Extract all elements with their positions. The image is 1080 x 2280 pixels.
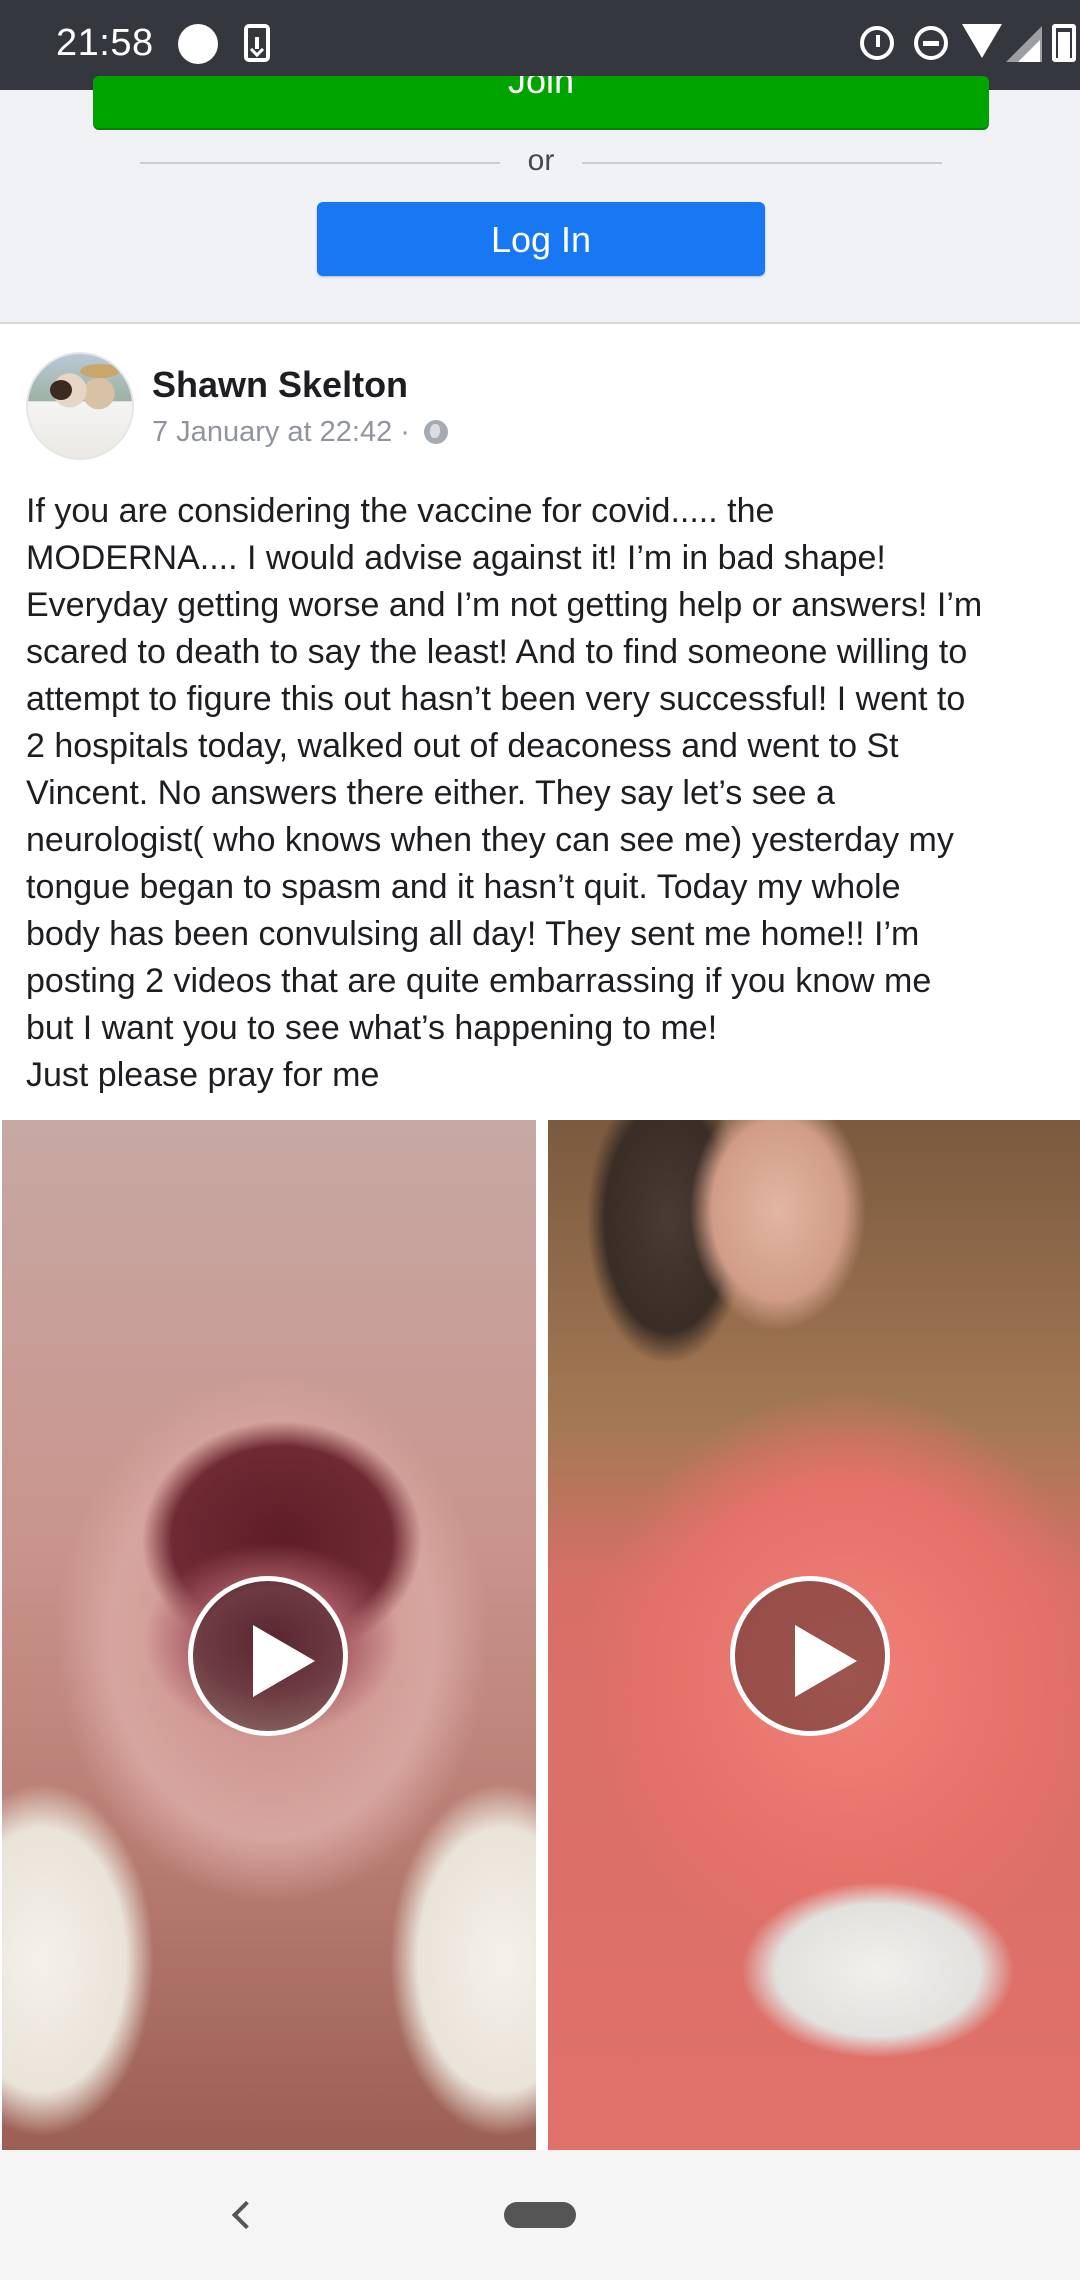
login-button[interactable]: Log In	[317, 202, 765, 276]
video-2[interactable]	[548, 1120, 1080, 2150]
play-icon	[795, 1625, 857, 1697]
play-button[interactable]	[188, 1576, 348, 1736]
signal-icon	[1006, 26, 1042, 62]
play-button[interactable]	[730, 1576, 890, 1736]
or-text: or	[527, 144, 555, 177]
wifi-icon	[962, 24, 1002, 58]
join-button[interactable]: Join	[93, 76, 989, 128]
status-time: 21:58	[56, 22, 154, 64]
battery-icon	[1052, 24, 1076, 62]
download-icon	[244, 24, 270, 62]
navigation-bar	[0, 2150, 1080, 2280]
join-button-label: Join	[507, 76, 575, 101]
author-name[interactable]: Shawn Skelton	[152, 364, 408, 406]
play-icon	[253, 1625, 315, 1697]
back-icon[interactable]	[231, 2200, 261, 2230]
avatar[interactable]	[26, 352, 134, 460]
or-divider: or	[140, 140, 942, 180]
divider-line-right	[582, 162, 942, 164]
meta-separator: ·	[400, 416, 410, 448]
login-prompt: Join or Log In	[0, 76, 1080, 324]
post-meta: 7 January at 22:42 ·	[152, 416, 449, 449]
alarm-icon	[860, 26, 894, 60]
post-header: Shawn Skelton 7 January at 22:42 ·	[0, 324, 1080, 464]
post-timestamp[interactable]: 7 January at 22:42	[152, 416, 392, 448]
do-not-disturb-icon	[914, 26, 948, 60]
video-1[interactable]	[2, 1120, 536, 2150]
home-pill[interactable]	[504, 2202, 576, 2228]
globe-icon	[424, 420, 449, 444]
dot-icon	[178, 24, 218, 64]
post-text: If you are considering the vaccine for c…	[26, 492, 983, 1094]
